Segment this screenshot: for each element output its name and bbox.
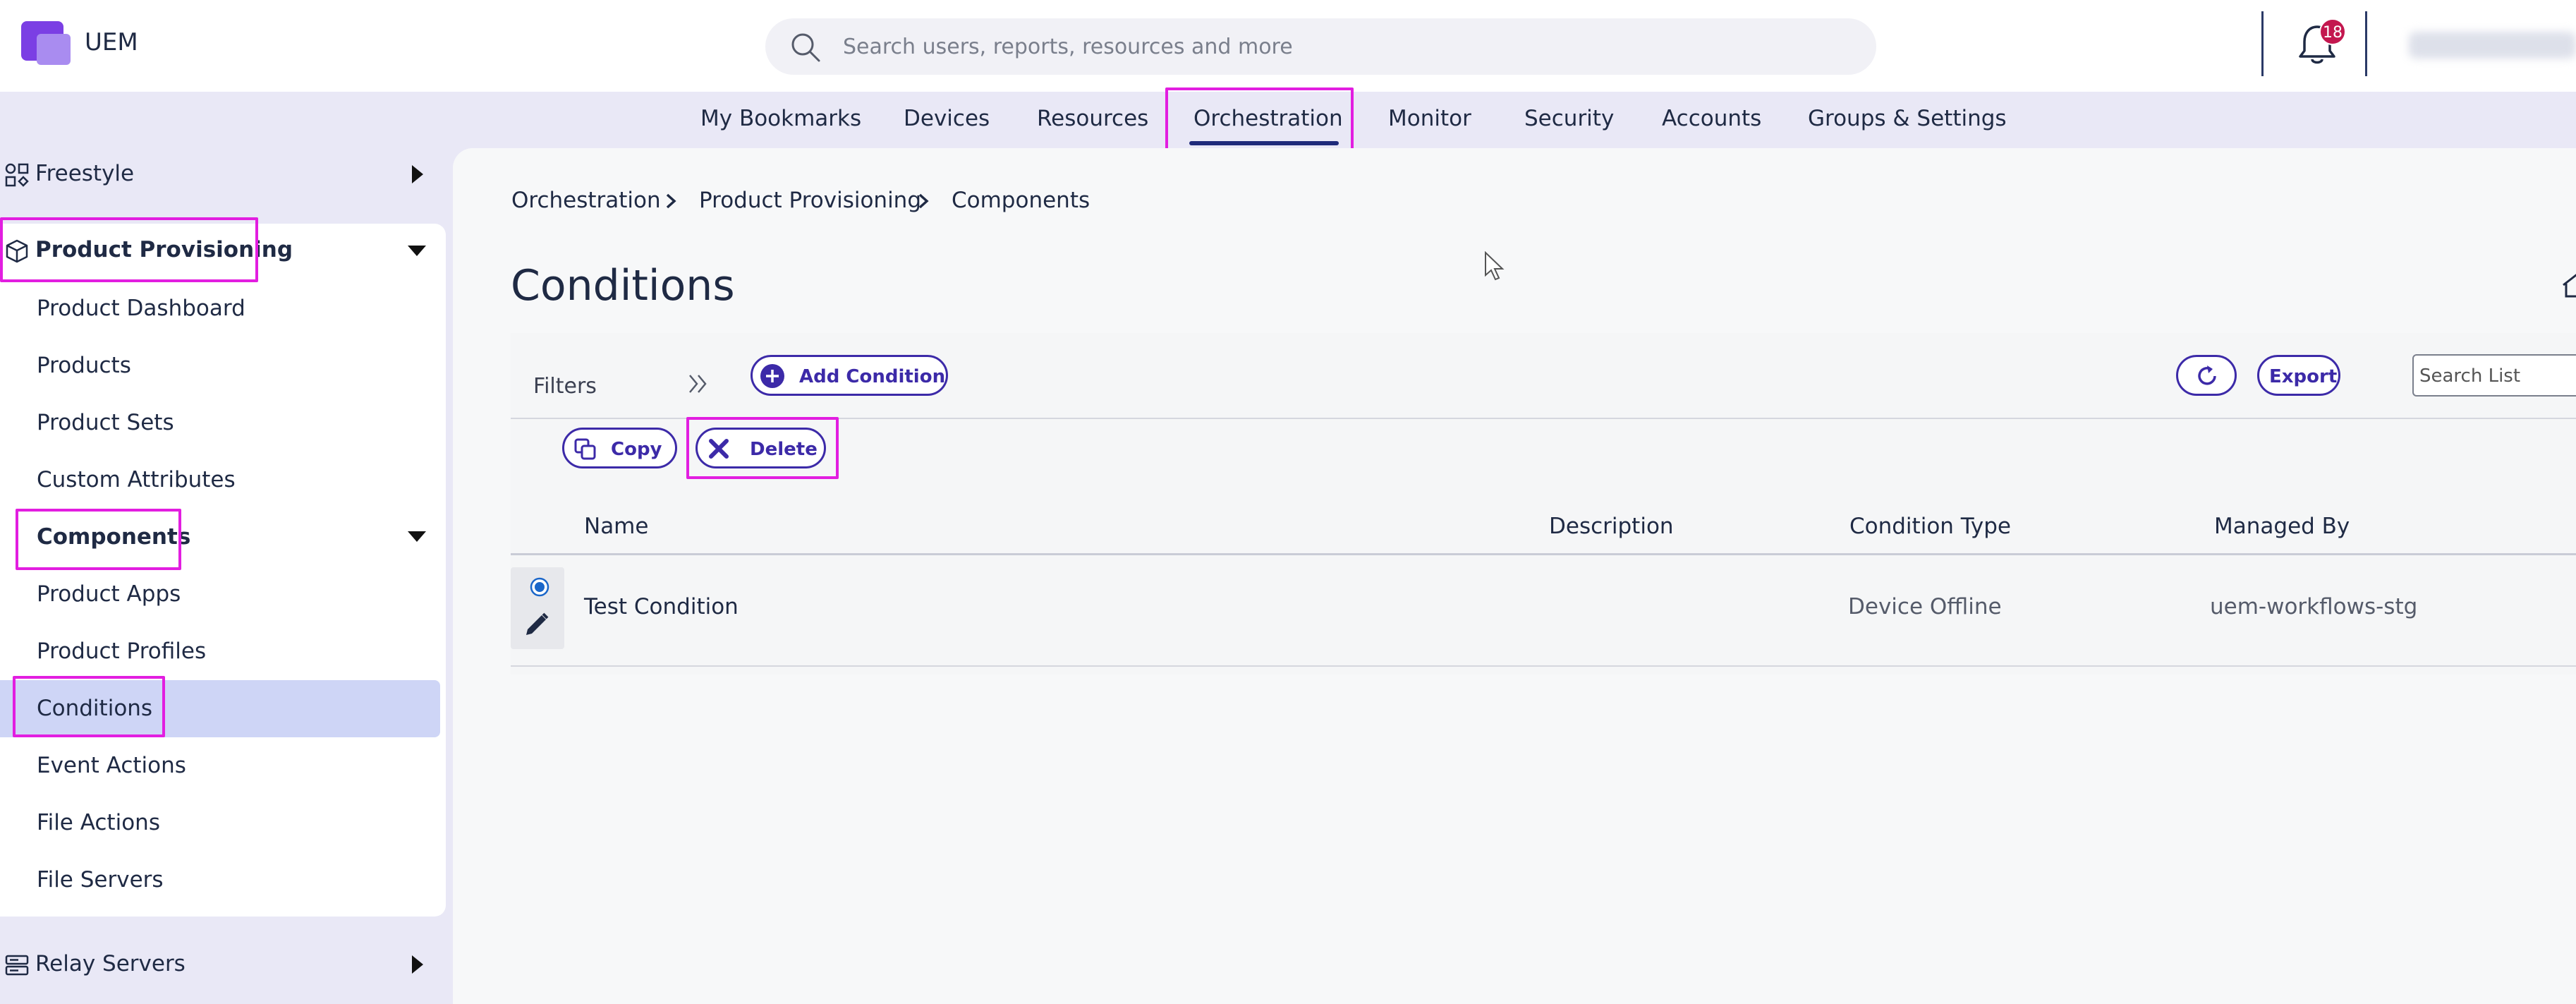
- sidebar-item-conditions[interactable]: Conditions: [0, 680, 440, 737]
- sidebar-section-freestyle[interactable]: Freestyle: [0, 147, 451, 203]
- column-header-description[interactable]: Description: [1549, 514, 1674, 539]
- column-header-managed-by[interactable]: Managed By: [2214, 514, 2350, 539]
- toolbar-divider: [511, 418, 2576, 419]
- column-header-condition-type[interactable]: Condition Type: [1849, 514, 2011, 539]
- user-menu[interactable]: [2409, 32, 2576, 59]
- sidebar-item-label: File Actions: [37, 810, 160, 835]
- cell-managed-by: uem-workflows-stg: [2210, 594, 2418, 619]
- sidebar-item-label: Product Sets: [37, 410, 174, 435]
- sidebar-section-product-provisioning[interactable]: Product Provisioning: [0, 223, 451, 279]
- server-icon: [5, 955, 29, 976]
- sidebar-item-event-actions[interactable]: Event Actions: [0, 737, 446, 794]
- delete-x-icon: [709, 439, 729, 459]
- search-icon: [791, 33, 820, 62]
- table-header-divider: [511, 553, 2576, 555]
- header-divider: [2365, 11, 2367, 76]
- sidebar-item-product-profiles[interactable]: Product Profiles: [0, 623, 446, 680]
- home-icon[interactable]: [2562, 271, 2576, 299]
- sidebar-item-components[interactable]: Components: [0, 509, 446, 566]
- sidebar-item-custom-attributes[interactable]: Custom Attributes: [0, 452, 446, 509]
- delete-label: Delete: [750, 439, 818, 460]
- freestyle-icon: [5, 163, 29, 187]
- nav-monitor[interactable]: Monitor: [1388, 106, 1471, 131]
- nav-groups-settings[interactable]: Groups & Settings: [1808, 106, 2007, 131]
- add-condition-button[interactable]: Add Condition: [751, 355, 948, 396]
- sidebar-item-label: Product Dashboard: [37, 296, 245, 321]
- add-condition-label: Add Condition: [799, 366, 946, 387]
- sidebar-item-product-sets[interactable]: Product Sets: [0, 394, 446, 452]
- sidebar-item-label: Components: [37, 524, 191, 550]
- copy-icon: [574, 438, 596, 460]
- sidebar-label: Relay Servers: [35, 951, 186, 976]
- refresh-icon: [2198, 365, 2216, 385]
- sidebar-section-relay-servers[interactable]: Relay Servers: [0, 937, 451, 993]
- app-header: UEM 18: [0, 0, 2576, 92]
- cell-condition-type: Device Offline: [1848, 594, 2002, 619]
- nav-my-bookmarks[interactable]: My Bookmarks: [700, 106, 861, 131]
- app-logo-icon[interactable]: [21, 21, 71, 65]
- cell-name[interactable]: Test Condition: [584, 594, 739, 619]
- sidebar-label: Freestyle: [35, 161, 135, 186]
- box-icon: [6, 239, 28, 263]
- column-header-name[interactable]: Name: [584, 514, 648, 539]
- copy-button[interactable]: Copy: [562, 428, 677, 468]
- chevron-right-icon: [666, 193, 676, 209]
- nav-resources[interactable]: Resources: [1037, 106, 1148, 131]
- export-label: Export: [2269, 366, 2338, 387]
- collapse-arrow-icon[interactable]: [408, 531, 426, 542]
- breadcrumb-orchestration[interactable]: Orchestration: [511, 188, 661, 213]
- active-tab-indicator: [1189, 141, 1339, 145]
- expand-arrow-icon[interactable]: [412, 165, 423, 183]
- collapse-arrow-icon[interactable]: [408, 246, 426, 256]
- chevron-right-icon: [918, 193, 929, 209]
- sidebar-item-product-dashboard[interactable]: Product Dashboard: [0, 280, 446, 337]
- sidebar-item-products[interactable]: Products: [0, 337, 446, 394]
- table-row[interactable]: Test Condition Device Offline uem-workfl…: [511, 557, 2576, 665]
- top-navigation: My Bookmarks Devices Resources Orchestra…: [0, 92, 2576, 148]
- sidebar-item-file-servers[interactable]: File Servers: [0, 852, 446, 909]
- export-button[interactable]: Export: [2257, 355, 2340, 396]
- edit-pencil-icon[interactable]: [523, 611, 550, 638]
- double-chevron-right-icon[interactable]: [686, 371, 710, 397]
- sidebar-item-file-actions[interactable]: File Actions: [0, 794, 446, 852]
- sidebar-item-label: Product Apps: [37, 581, 181, 607]
- search-list-field[interactable]: [2412, 354, 2576, 397]
- page-title: Conditions: [511, 261, 735, 310]
- filters-toggle[interactable]: Filters: [533, 374, 597, 399]
- mouse-cursor-icon: [1485, 251, 1505, 281]
- sidebar-item-label: Product Profiles: [37, 639, 207, 664]
- plus-circle-icon: [760, 364, 784, 388]
- sidebar-label: Product Provisioning: [35, 237, 293, 262]
- sidebar-item-label: Custom Attributes: [37, 467, 236, 492]
- app-name: UEM: [85, 28, 138, 56]
- refresh-button[interactable]: [2176, 355, 2237, 396]
- global-search[interactable]: [765, 18, 1876, 75]
- nav-security[interactable]: Security: [1524, 106, 1614, 131]
- radio-selected-icon[interactable]: [530, 577, 549, 597]
- nav-devices[interactable]: Devices: [904, 106, 990, 131]
- nav-accounts[interactable]: Accounts: [1662, 106, 1761, 131]
- table-row-divider: [511, 665, 2576, 667]
- global-search-input[interactable]: [843, 28, 1830, 65]
- delete-button[interactable]: Delete: [695, 428, 826, 468]
- nav-orchestration[interactable]: Orchestration: [1193, 106, 1343, 131]
- search-list-input[interactable]: [2419, 363, 2576, 389]
- sidebar-item-label: File Servers: [37, 867, 164, 893]
- sidebar-item-label: Products: [37, 353, 131, 378]
- sidebar-item-product-apps[interactable]: Product Apps: [0, 566, 446, 623]
- notification-badge: 18: [2319, 18, 2346, 45]
- sidebar-item-label: Conditions: [37, 696, 153, 721]
- row-selector[interactable]: [511, 567, 564, 649]
- header-divider: [2261, 11, 2264, 76]
- breadcrumb-product-provisioning[interactable]: Product Provisioning: [699, 188, 921, 213]
- sidebar-item-label: Event Actions: [37, 753, 186, 778]
- copy-label: Copy: [611, 439, 662, 460]
- breadcrumb-components[interactable]: Components: [952, 188, 1090, 213]
- expand-arrow-icon[interactable]: [412, 955, 423, 974]
- main-content: Orchestration Product Provisioning Compo…: [453, 148, 2576, 1004]
